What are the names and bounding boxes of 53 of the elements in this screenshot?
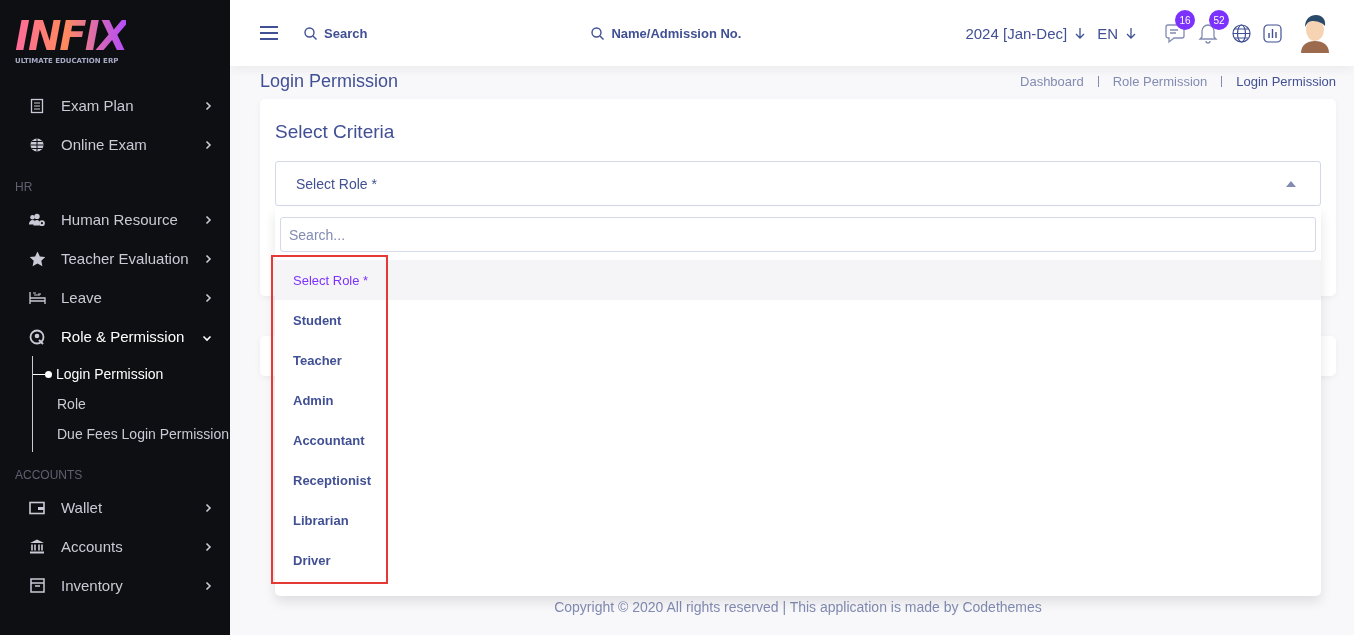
caret-up-icon [1286,180,1296,187]
student-search-field[interactable]: Name/Admission No. [591,25,742,41]
dropdown-option[interactable]: Admin [275,380,1321,420]
cabinet-icon [29,578,45,593]
sidebar-subitem[interactable]: Role [33,396,86,412]
notification-count-badge: 52 [1209,10,1229,30]
search-icon [304,26,317,40]
arrow-down-icon [1126,27,1136,39]
clipboard-icon [30,97,44,114]
dropdown-option[interactable]: Select Role * [275,260,1321,300]
dropdown-search-field[interactable]: Search... [280,217,1316,252]
sidebar-item[interactable]: Online Exam [61,136,205,153]
sidebar-subitem[interactable]: Due Fees Login Permission [33,426,229,442]
breadcrumb-link[interactable]: Login Permission [1236,74,1336,89]
chart-icon[interactable] [1263,23,1282,43]
message-count-badge: 16 [1175,10,1195,30]
dropdown-option[interactable]: Librarian [275,500,1321,540]
users-gear-icon [28,211,46,228]
chat-icon[interactable] [1164,22,1186,44]
page-title: Login Permission [260,71,400,92]
footer-text: Copyright © 2020 All rights reserved | This application is made by Codethemes [553,599,1043,615]
dropdown-option[interactable]: Accountant [275,420,1321,460]
sidebar-section-heading: HR [15,180,33,194]
search-icon [591,26,605,40]
bell-icon[interactable] [1198,22,1218,44]
sidebar-item[interactable]: Exam Plan [61,97,205,114]
wallet-icon [29,500,45,515]
globe-icon[interactable] [1232,23,1251,43]
sidebar-item[interactable]: Role & Permission [61,328,202,345]
dropdown-option[interactable]: Receptionist [275,460,1321,500]
globe-icon [29,136,45,153]
sidebar-subitem[interactable]: Login Permission [56,366,164,382]
role-select[interactable]: Select Role * [275,161,1321,206]
dropdown-option[interactable]: Teacher [275,340,1321,380]
star-icon [28,250,46,267]
sidebar-item[interactable]: Teacher Evaluation [61,250,205,267]
sidebar-item[interactable]: Accounts [61,538,205,555]
sidebar-section-heading: ACCOUNTS [15,468,83,482]
sidebar-item[interactable]: Wallet [61,499,205,516]
dropdown-option[interactable]: Student [275,300,1321,340]
sidebar-item[interactable]: Human Resource [61,211,205,228]
avatar-icon[interactable] [1298,13,1332,53]
bank-icon [29,539,45,554]
sidebar-item[interactable]: Inventory [61,577,205,594]
sidebar-item[interactable]: Leave [61,289,205,306]
dropdown-option[interactable]: Driver [275,540,1321,580]
session-selector[interactable]: 2024 [Jan-Dec] [965,24,1086,42]
card-title: Select Criteria [275,121,396,143]
search-field[interactable]: Search [304,25,368,41]
bed-icon [28,290,46,305]
language-selector[interactable]: EN [1097,24,1136,42]
menu-icon[interactable] [260,26,278,40]
arrow-down-icon [1075,27,1086,39]
